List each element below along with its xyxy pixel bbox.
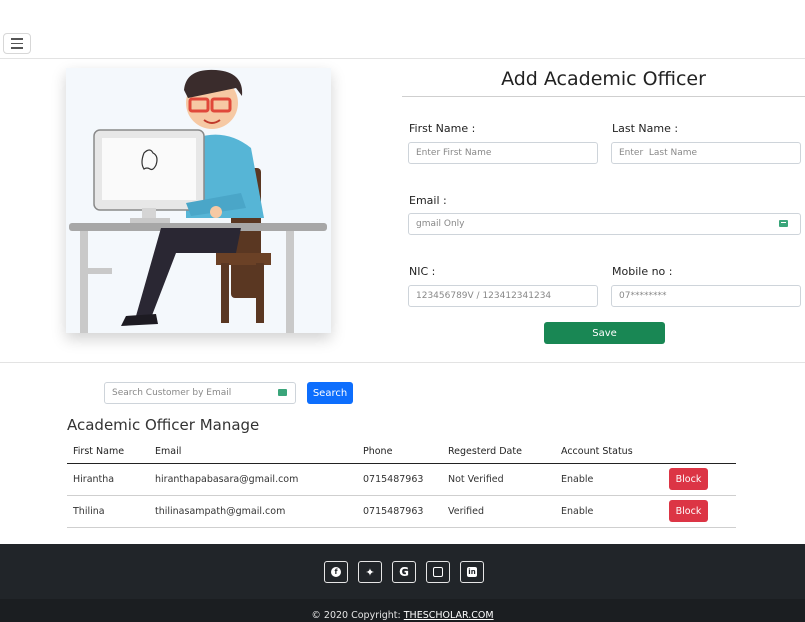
copyright-link[interactable]: THESCHOLAR.COM [404,610,494,621]
last-name-label: Last Name : [612,122,679,135]
column-header: Regesterd Date [442,441,555,464]
linkedin-icon[interactable]: in [460,561,484,583]
officer-table: First Name Email Phone Regesterd Date Ac… [67,441,736,528]
last-name-input[interactable] [611,142,801,164]
column-header: Account Status [555,441,663,464]
table-row: Thilina thilinasampath@gmail.com 0715487… [67,495,736,528]
first-name-input[interactable] [408,142,598,164]
registered-status-cell: Verified [442,495,555,528]
email-label: Email : [409,194,447,207]
form-title-divider [402,96,805,97]
phone-cell: 0715487963 [357,495,442,528]
form-title: Add Academic Officer [501,68,706,90]
search-field-icon [278,389,287,396]
column-header: First Name [67,441,149,464]
column-header: Email [149,441,357,464]
block-button[interactable]: Block [669,500,708,522]
table-row: Hirantha hiranthapabasara@gmail.com 0715… [67,463,736,496]
nic-input[interactable] [408,285,598,307]
officer-illustration [66,68,331,333]
copyright-text: © 2020 Copyright: [311,610,404,621]
twitter-icon[interactable]: ✦ [358,561,382,583]
search-button[interactable]: Search [307,382,353,404]
menu-toggle-button[interactable] [3,33,31,54]
phone-cell: 0715487963 [357,463,442,496]
first-name-cell: Hirantha [67,463,149,496]
registered-status-cell: Not Verified [442,463,555,496]
email-field-icon [779,220,788,227]
hamburger-icon [11,38,23,40]
column-header: Phone [357,441,442,464]
account-status-cell: Enable [555,463,663,496]
navbar-divider [0,58,805,59]
column-header-action [663,441,736,464]
mobile-label: Mobile no : [612,265,673,278]
mobile-input[interactable] [611,285,801,307]
section-divider [0,362,805,363]
table-header-row: First Name Email Phone Regesterd Date Ac… [67,441,736,464]
account-status-cell: Enable [555,495,663,528]
instagram-icon[interactable] [426,561,450,583]
email-cell: hiranthapabasara@gmail.com [149,463,357,496]
social-links: f ✦ G in [324,561,484,583]
google-icon[interactable]: G [392,561,416,583]
search-input[interactable] [104,382,296,404]
first-name-label: First Name : [409,122,476,135]
facebook-icon[interactable]: f [324,561,348,583]
first-name-cell: Thilina [67,495,149,528]
block-button[interactable]: Block [669,468,708,490]
email-input[interactable] [408,213,801,235]
email-cell: thilinasampath@gmail.com [149,495,357,528]
copyright-bar: © 2020 Copyright: THESCHOLAR.COM [0,599,805,622]
nic-label: NIC : [409,265,436,278]
manage-title: Academic Officer Manage [67,416,260,434]
save-button[interactable]: Save [544,322,665,344]
